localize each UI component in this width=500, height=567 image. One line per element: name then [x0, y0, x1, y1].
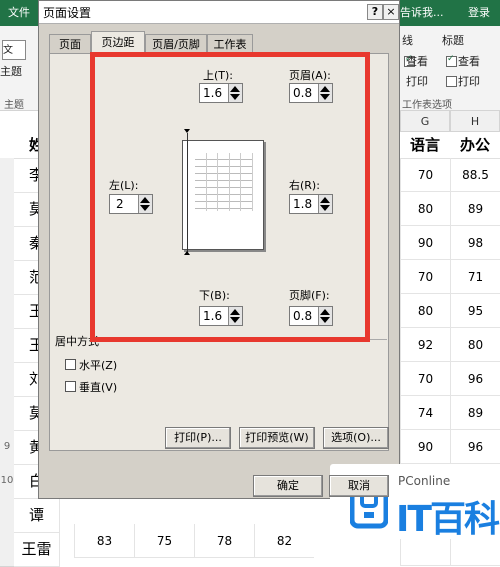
- row-number[interactable]: [0, 260, 14, 295]
- row-number[interactable]: 9: [0, 430, 14, 465]
- header-cell-language[interactable]: 语言: [400, 132, 450, 159]
- office-score-cell[interactable]: 98: [450, 226, 500, 260]
- dialog-titlebar[interactable]: 页面设置 ? ×: [39, 1, 399, 24]
- themes-icon[interactable]: 文: [2, 40, 26, 60]
- highlight-box: [90, 52, 370, 342]
- row-number[interactable]: 10: [0, 464, 14, 499]
- office-score-cell[interactable]: 95: [450, 294, 500, 328]
- bottom-row-score-cell[interactable]: 83: [74, 524, 134, 558]
- tab-sheet[interactable]: 工作表: [207, 34, 253, 53]
- tab-page[interactable]: 页面: [49, 34, 91, 53]
- ok-button[interactable]: 确定: [253, 475, 323, 497]
- brand-name-cn: IT百科: [396, 499, 500, 540]
- language-score-cell[interactable]: 74: [400, 396, 450, 430]
- row-number[interactable]: [0, 158, 14, 193]
- center-horizontal-checkbox[interactable]: [65, 359, 76, 370]
- row-number[interactable]: [0, 294, 14, 329]
- header-cell-office[interactable]: 办公: [450, 132, 500, 159]
- row-number[interactable]: [0, 192, 14, 227]
- name-cell[interactable]: 谭: [14, 498, 60, 533]
- headings-header: 标题: [442, 34, 464, 47]
- tab-margins[interactable]: 页边距: [91, 31, 145, 54]
- file-tab[interactable]: 文件: [0, 0, 38, 26]
- sheet-options-group-label: 工作表选项: [402, 100, 452, 111]
- bottom-row-score-cell[interactable]: 75: [134, 524, 194, 558]
- office-score-cell[interactable]: 89: [450, 192, 500, 226]
- office-score-cell[interactable]: 96: [450, 362, 500, 396]
- bottom-row-score-cell[interactable]: 78: [194, 524, 254, 558]
- row-number[interactable]: [0, 498, 14, 533]
- language-score-cell[interactable]: 70: [400, 362, 450, 396]
- gridlines-view-label: 查看: [406, 55, 428, 68]
- brand-name-en: PConline: [398, 474, 451, 488]
- headings-print-checkbox[interactable]: [446, 76, 457, 87]
- themes-group-label: 主题: [4, 100, 24, 111]
- office-score-cell[interactable]: 96: [450, 430, 500, 464]
- themes-icon-label: 文: [3, 45, 13, 56]
- column-header-h[interactable]: H: [450, 110, 500, 132]
- row-number[interactable]: [0, 396, 14, 431]
- dialog-title: 页面设置: [43, 6, 92, 20]
- office-score-cell[interactable]: 80: [450, 328, 500, 362]
- row-number[interactable]: [0, 362, 14, 397]
- language-score-cell[interactable]: 70: [400, 158, 450, 192]
- language-score-cell[interactable]: 90: [400, 226, 450, 260]
- row-number[interactable]: [0, 532, 14, 567]
- themes-label[interactable]: 主题: [0, 63, 22, 79]
- column-header-g[interactable]: G: [400, 110, 450, 132]
- tab-header-footer[interactable]: 页眉/页脚: [145, 34, 207, 53]
- office-score-cell[interactable]: 89: [450, 396, 500, 430]
- cancel-button[interactable]: 取消: [329, 475, 389, 497]
- row-number[interactable]: [0, 328, 14, 363]
- close-button[interactable]: ×: [383, 4, 399, 20]
- language-score-cell[interactable]: 80: [400, 294, 450, 328]
- language-score-cell[interactable]: 70: [400, 260, 450, 294]
- gridlines-print-label: 打印: [406, 75, 428, 88]
- tell-me-search[interactable]: 告诉我...: [400, 0, 444, 26]
- options-button[interactable]: 选项(O)...: [323, 427, 389, 449]
- print-preview-button[interactable]: 打印预览(W): [239, 427, 315, 449]
- office-score-cell[interactable]: 71: [450, 260, 500, 294]
- headings-print-label: 打印: [458, 75, 480, 88]
- office-score-cell[interactable]: 88.5: [450, 158, 500, 192]
- login-link[interactable]: 登录: [468, 0, 490, 26]
- headings-view-checkbox[interactable]: [446, 54, 457, 67]
- center-vertical-label[interactable]: 垂直(V): [79, 379, 117, 395]
- name-cell[interactable]: 王雷: [14, 532, 60, 567]
- language-score-cell[interactable]: 90: [400, 430, 450, 464]
- center-vertical-checkbox[interactable]: [65, 381, 76, 392]
- headings-view-label: 查看: [458, 55, 480, 68]
- bottom-row-score-cell[interactable]: 82: [254, 524, 314, 558]
- print-button[interactable]: 打印(P)...: [165, 427, 231, 449]
- help-button[interactable]: ?: [367, 4, 383, 20]
- language-score-cell[interactable]: 80: [400, 192, 450, 226]
- row-number[interactable]: [0, 226, 14, 261]
- center-horizontal-label[interactable]: 水平(Z): [79, 357, 117, 373]
- language-score-cell[interactable]: 92: [400, 328, 450, 362]
- gridlines-header: 线: [402, 34, 413, 47]
